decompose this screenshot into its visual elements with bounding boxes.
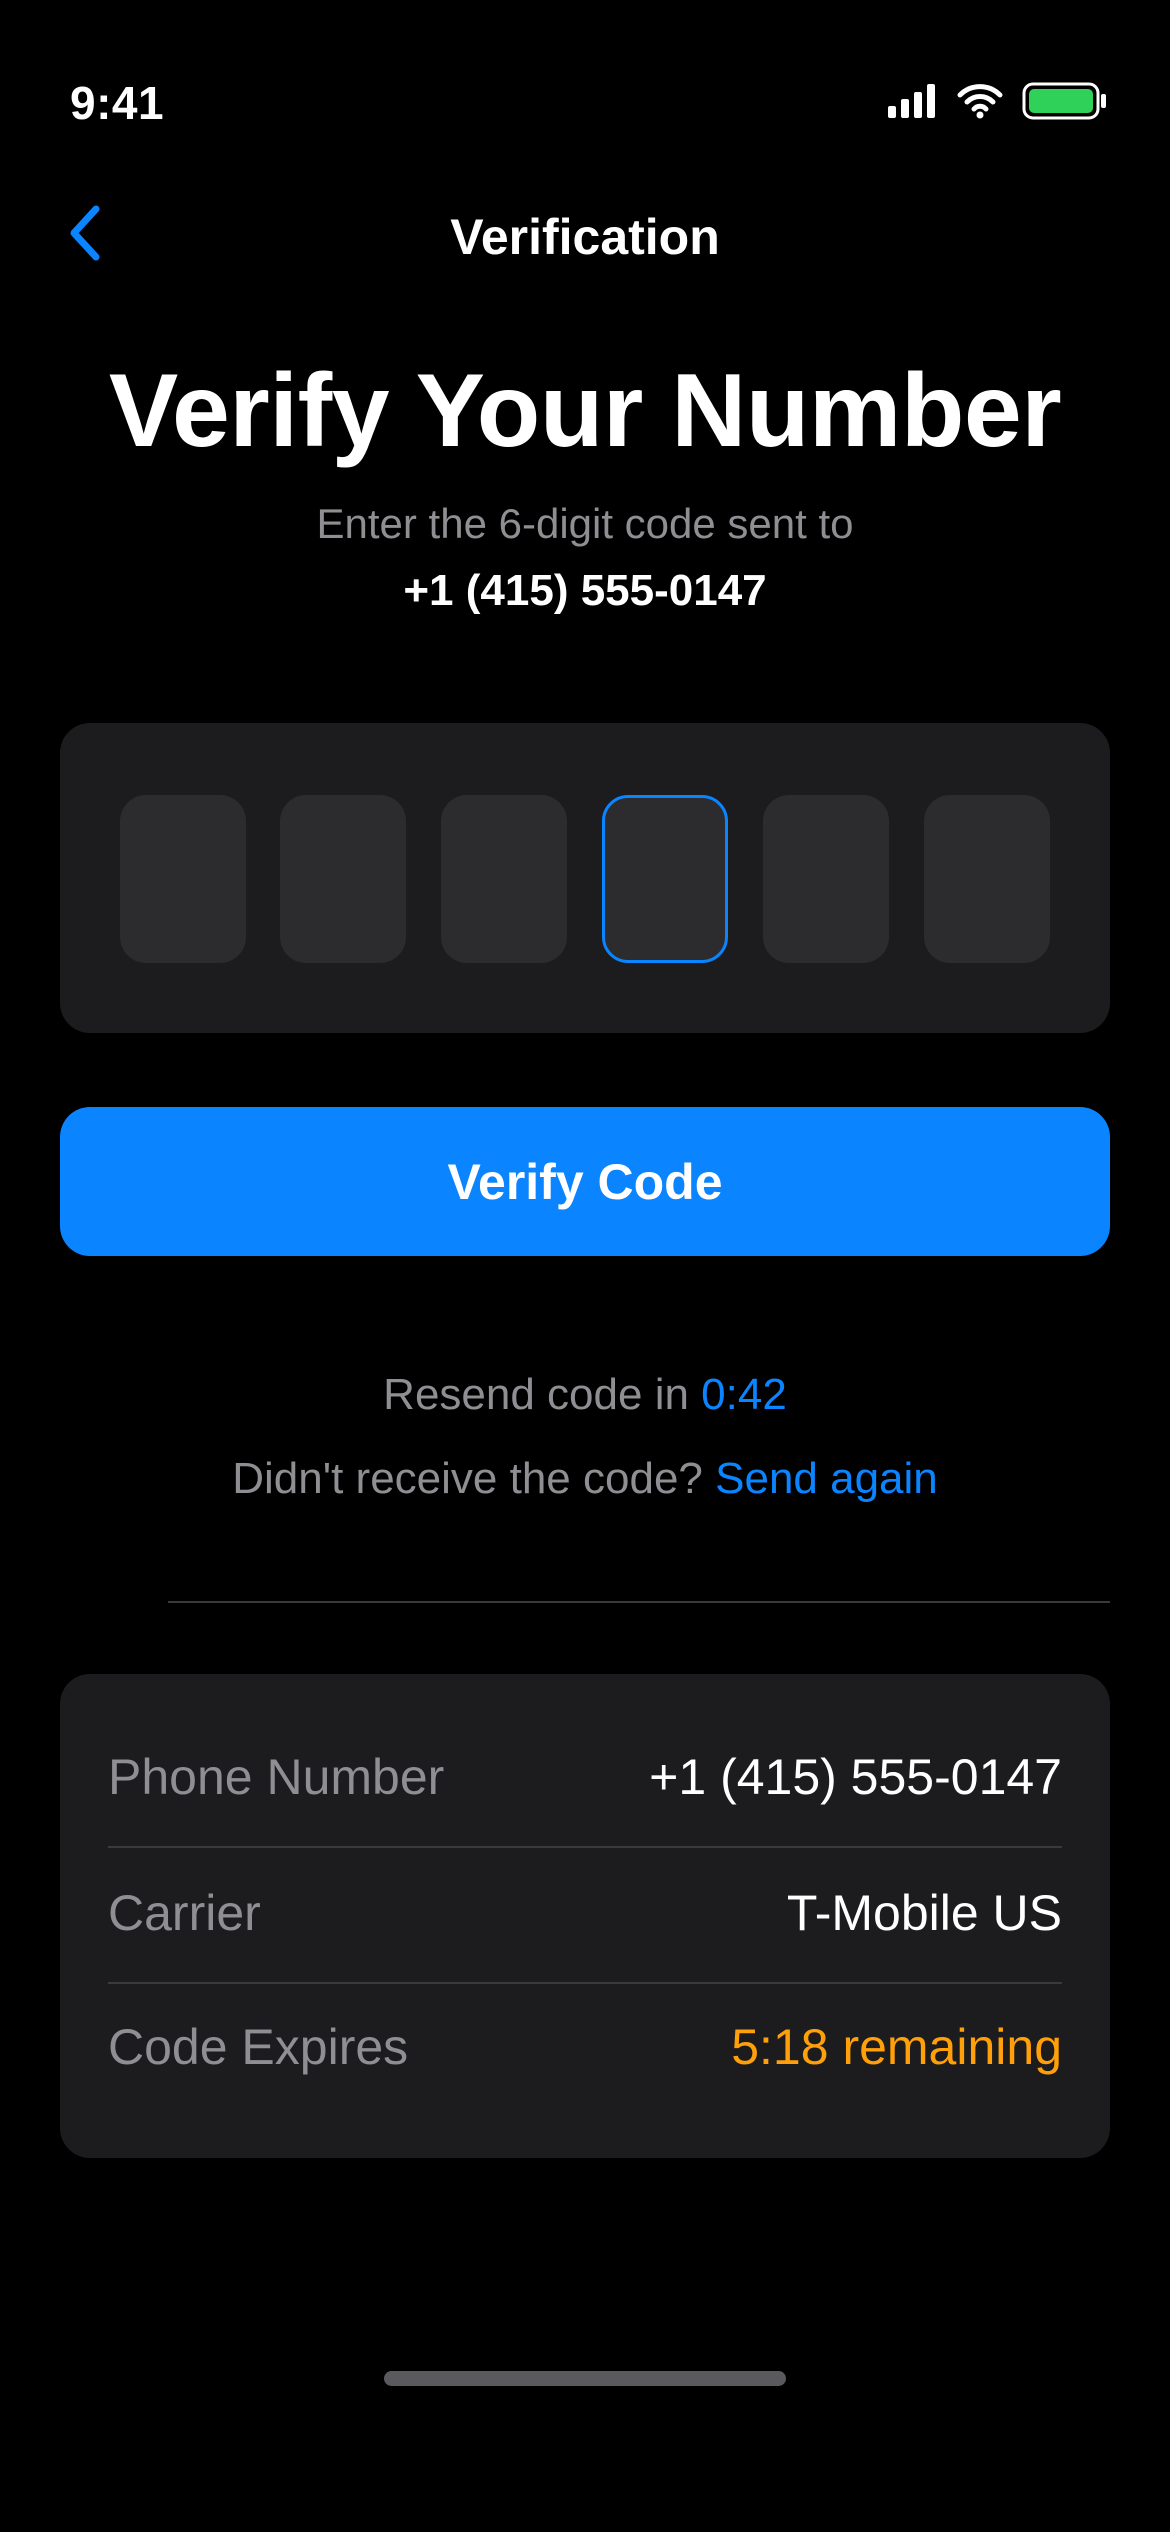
phone-number-text: +1 (415) 555-0147 bbox=[403, 566, 767, 615]
status-time: 9:41 bbox=[70, 77, 165, 129]
code-input-panel bbox=[60, 723, 1110, 1033]
resend-countdown: Resend code in 0:42 bbox=[0, 1370, 1170, 1420]
detail-label: Code Expires bbox=[108, 2019, 409, 2075]
details-card: Phone Number +1 (415) 555-0147 Carrier T… bbox=[60, 1674, 1110, 2158]
home-indicator[interactable] bbox=[384, 2371, 786, 2386]
code-digit-2[interactable] bbox=[280, 795, 406, 963]
code-digit-3[interactable] bbox=[441, 795, 567, 963]
page-headline: Verify Your Number bbox=[108, 353, 1062, 469]
code-digit-6[interactable] bbox=[924, 795, 1050, 963]
code-digit-4[interactable] bbox=[602, 795, 728, 963]
resend-prefix: Resend code in bbox=[383, 1370, 689, 1419]
cellular-signal-icon bbox=[888, 84, 938, 123]
verify-code-button[interactable]: Verify Code bbox=[60, 1107, 1110, 1256]
detail-label: Carrier bbox=[108, 1885, 261, 1941]
instruction-text: Enter the 6-digit code sent to bbox=[316, 500, 854, 547]
detail-row-expires: Code Expires 5:18 remaining bbox=[108, 1980, 1062, 2114]
detail-row-phone: Phone Number +1 (415) 555-0147 bbox=[108, 1710, 1062, 1844]
expiry-value: 5:18 remaining bbox=[731, 2019, 1062, 2075]
wifi-icon bbox=[956, 83, 1004, 124]
status-icons bbox=[888, 82, 1108, 125]
nav-title: Verification bbox=[450, 209, 720, 265]
resend-prompt: Didn't receive the code? Send again bbox=[0, 1454, 1170, 1504]
battery-icon bbox=[1022, 82, 1108, 125]
code-digit-5[interactable] bbox=[763, 795, 889, 963]
status-bar: 9:41 bbox=[0, 0, 1170, 129]
detail-row-carrier: Carrier T-Mobile US bbox=[108, 1846, 1062, 1980]
divider bbox=[168, 1601, 1110, 1603]
resend-question: Didn't receive the code? bbox=[232, 1454, 703, 1503]
detail-label: Phone Number bbox=[108, 1749, 445, 1805]
code-digit-1[interactable] bbox=[120, 795, 246, 963]
nav-bar: Verification bbox=[0, 190, 1170, 286]
detail-value: T-Mobile US bbox=[786, 1885, 1062, 1941]
detail-value: +1 (415) 555-0147 bbox=[649, 1749, 1062, 1805]
send-again-link[interactable]: Send again bbox=[715, 1454, 938, 1503]
resend-timer: 0:42 bbox=[701, 1370, 787, 1419]
